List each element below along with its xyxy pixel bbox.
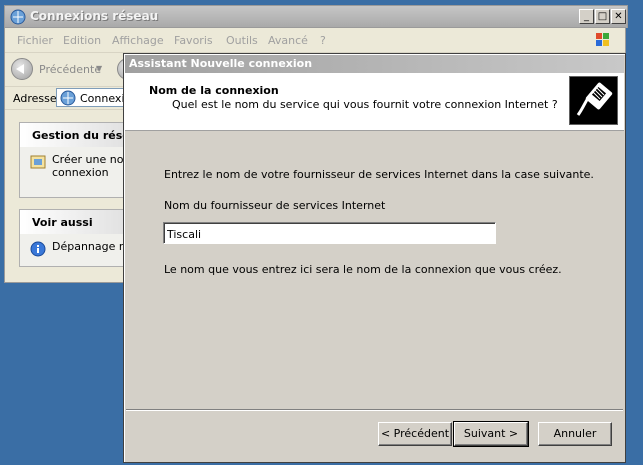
task-pane: Gestion du résea Créer une nou connexion… (5, 110, 159, 282)
chevron-down-icon[interactable]: ▼ (96, 64, 102, 73)
address-label: Adresse (13, 92, 57, 105)
new-connection-icon (30, 155, 46, 169)
menu-edit[interactable]: Edition (63, 34, 101, 47)
phone-connector-icon (569, 76, 618, 125)
footer-divider (126, 409, 623, 411)
wizard-header-subtitle: Quel est le nom du service qui vous four… (172, 98, 558, 111)
menu-advanced[interactable]: Avancé (268, 34, 308, 47)
menu-file[interactable]: Fichier (17, 34, 53, 47)
wizard-instruction: Entrez le nom de votre fournisseur de se… (164, 168, 594, 181)
wizard-title: Assistant Nouvelle connexion (125, 55, 624, 73)
explorer-title-bar: Connexions réseau _ □ ✕ (4, 5, 628, 28)
menu-favorites[interactable]: Favoris (174, 34, 213, 47)
menu-help[interactable]: ? (320, 34, 326, 47)
close-button[interactable]: ✕ (611, 9, 626, 24)
cancel-button[interactable]: Annuler (538, 422, 612, 446)
wizard-note: Le nom que vous entrez ici sera le nom d… (164, 263, 562, 276)
back-button[interactable]: < Précédent (378, 422, 452, 446)
wizard-header-title: Nom de la connexion (149, 84, 279, 97)
menu-view[interactable]: Affichage (112, 34, 164, 47)
network-folder-icon (10, 9, 26, 25)
network-folder-icon (60, 90, 76, 106)
explorer-title: Connexions réseau (30, 9, 159, 23)
next-button[interactable]: Suivant > (453, 421, 529, 447)
minimize-button[interactable]: _ (579, 9, 594, 24)
back-arrow-icon[interactable] (11, 58, 33, 80)
wizard-header: Nom de la connexion Quel est le nom du s… (125, 73, 624, 131)
menu-bar: Fichier Edition Affichage Favoris Outils… (5, 28, 625, 53)
new-connection-wizard: Assistant Nouvelle connexion Nom de la c… (123, 53, 626, 463)
maximize-button[interactable]: □ (595, 9, 610, 24)
isp-name-input[interactable] (163, 222, 496, 244)
back-button-label[interactable]: Précédente (39, 63, 101, 76)
windows-flag-icon (587, 30, 617, 51)
menu-tools[interactable]: Outils (226, 34, 258, 47)
info-icon (30, 241, 46, 257)
isp-name-label: Nom du fournisseur de services Internet (164, 199, 386, 212)
